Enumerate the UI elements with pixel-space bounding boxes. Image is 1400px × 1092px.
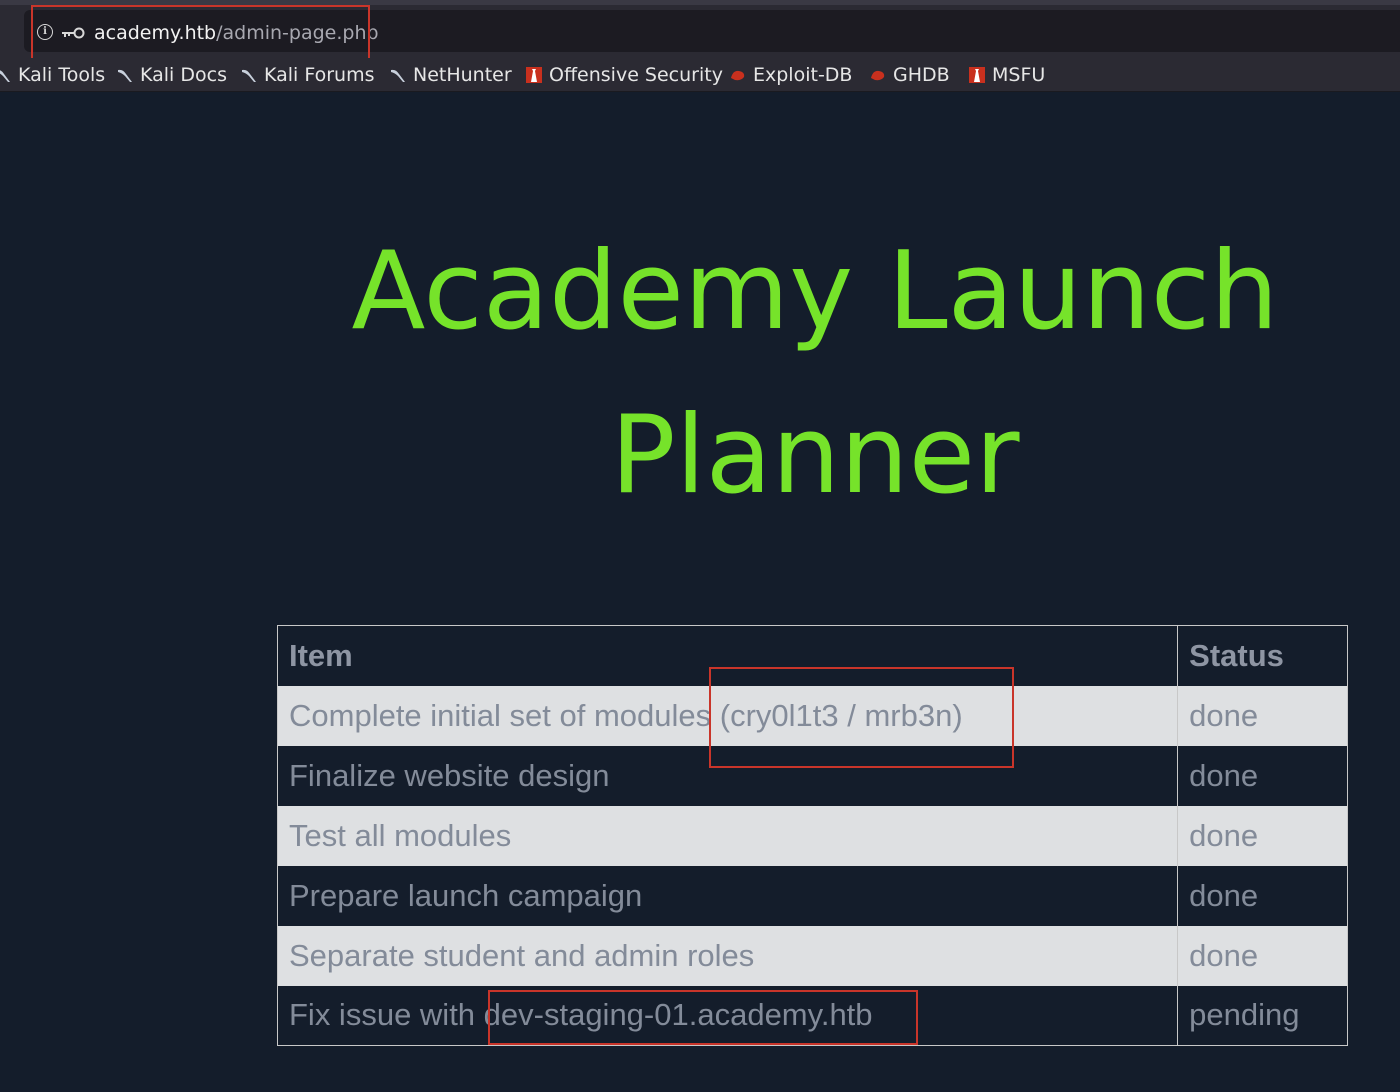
bookmark-kali-docs[interactable]: Kali Docs [116, 62, 227, 88]
bookmark-label: Kali Tools [18, 64, 106, 86]
exploitdb-icon [731, 70, 745, 81]
table-row: Finalize website design done [276, 745, 1348, 806]
status-cell: done [1177, 925, 1348, 986]
offsec-icon [526, 67, 542, 83]
kali-dragon-icon [0, 70, 10, 82]
bookmark-kali-tools[interactable]: Kali Tools [0, 62, 105, 88]
bookmark-exploit-db[interactable]: Exploit-DB [729, 62, 852, 88]
bookmark-label: GHDB [893, 64, 950, 86]
status-cell: done [1177, 805, 1348, 866]
bookmark-label: MSFU [992, 64, 1046, 86]
bookmark-nethunter[interactable]: NetHunter [389, 62, 512, 88]
bookmark-label: Kali Forums [264, 64, 375, 86]
table-row: Separate student and admin roles done [276, 925, 1348, 986]
table-row: Complete initial set of modules (cry0l1t… [276, 685, 1348, 746]
bookmark-offensive-security[interactable]: Offensive Security [525, 62, 723, 88]
bookmark-label: Exploit-DB [753, 64, 853, 86]
bookmark-msfu[interactable]: MSFU [968, 62, 1045, 88]
column-header-status: Status [1177, 625, 1348, 686]
item-cell: Prepare launch campaign [276, 865, 1178, 926]
status-cell: done [1177, 865, 1348, 926]
item-cell: Fix issue with dev-staging-01.academy.ht… [276, 985, 1178, 1046]
page-title-line-1: Academy Launch [351, 229, 1279, 354]
bookmark-label: Offensive Security [549, 64, 723, 86]
status-cell: pending [1177, 985, 1348, 1046]
item-cell: Complete initial set of modules (cry0l1t… [276, 685, 1178, 746]
column-header-item: Item [276, 625, 1178, 686]
page-title-line-2: Planner [610, 393, 1020, 518]
status-cell: done [1177, 685, 1348, 746]
item-cell: Separate student and admin roles [276, 925, 1178, 986]
item-cell: Test all modules [276, 805, 1178, 866]
kali-dragon-icon [391, 69, 405, 82]
bookmark-kali-forums[interactable]: Kali Forums [240, 62, 375, 88]
offsec-icon [969, 67, 985, 83]
bookmark-label: Kali Docs [140, 64, 227, 86]
exploitdb-icon [871, 70, 885, 81]
kali-dragon-icon [118, 69, 132, 82]
table-row: Prepare launch campaign done [276, 865, 1348, 926]
page-title: Academy Launch Planner [0, 210, 1400, 538]
url-highlight-box [31, 5, 370, 62]
status-cell: done [1177, 745, 1348, 806]
table-header-row: Item Status [276, 625, 1348, 686]
item-cell: Finalize website design [276, 745, 1178, 806]
bookmark-ghdb[interactable]: GHDB [869, 62, 950, 88]
bookmarks-bar: Kali Tools Kali Docs Kali Forums NetHunt… [0, 58, 1400, 92]
bookmark-label: NetHunter [413, 64, 512, 86]
kali-dragon-icon [242, 69, 256, 82]
launch-planner-table: Item Status Complete initial set of modu… [276, 625, 1348, 1046]
table-row: Test all modules done [276, 805, 1348, 866]
table-row: Fix issue with dev-staging-01.academy.ht… [276, 985, 1348, 1046]
